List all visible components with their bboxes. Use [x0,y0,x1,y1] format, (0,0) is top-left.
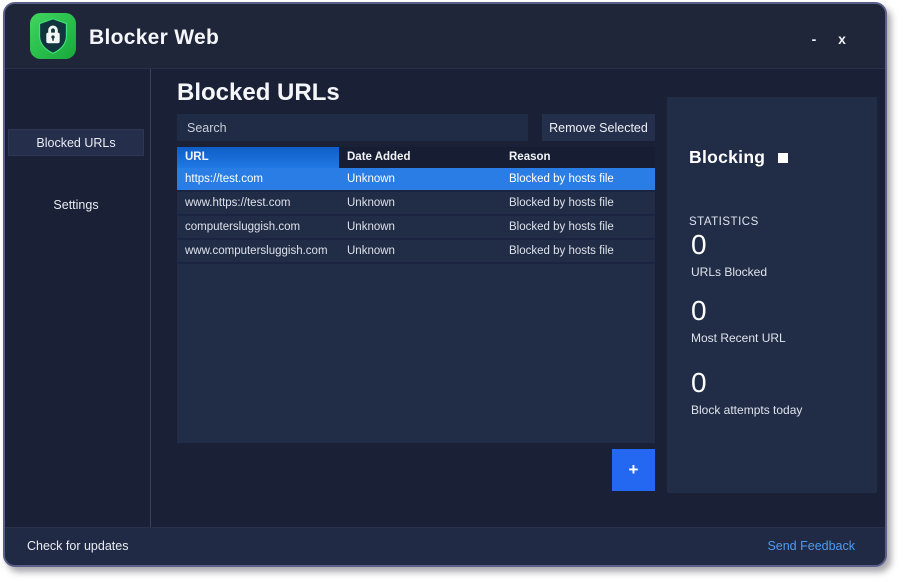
cell-url: https://test.com [177,168,339,190]
cell-url: www.https://test.com [177,192,339,214]
cell-url: computersluggish.com [177,216,339,238]
cell-url: www.computersluggish.com [177,240,339,262]
cell-reason: Blocked by hosts file [501,168,655,190]
stat-urls-blocked: 0 URLs Blocked [691,229,767,279]
stat-value: 0 [691,229,767,261]
blocking-checkbox[interactable] [778,153,788,163]
cell-date-added: Unknown [339,192,501,214]
status-bar: Check for updates Send Feedback [5,527,885,565]
search-input[interactable] [177,114,528,141]
stat-label: Most Recent URL [691,331,786,345]
stat-value: 0 [691,295,786,327]
blocking-label: Blocking [689,147,765,168]
cell-date-added: Unknown [339,216,501,238]
table-row[interactable]: https://test.com Unknown Blocked by host… [177,168,655,192]
stat-block-attempts-today: 0 Block attempts today [691,367,802,417]
close-button[interactable]: x [831,28,853,50]
statistics-heading: STATISTICS [689,216,759,228]
table-row[interactable]: computersluggish.com Unknown Blocked by … [177,216,655,240]
table-row[interactable]: www.https://test.com Unknown Blocked by … [177,192,655,216]
cell-date-added: Unknown [339,240,501,262]
blocked-urls-table: URL Date Added Reason https://test.com U… [177,147,655,443]
blocking-toggle-row: Blocking [689,147,788,168]
page-title: Blocked URLs [177,79,340,107]
blocking-status-panel: Blocking STATISTICS 0 URLs Blocked 0 Mos… [667,97,877,493]
cell-reason: Blocked by hosts file [501,192,655,214]
column-header-url[interactable]: URL [177,147,339,168]
app-logo-shield-lock-icon [30,13,76,59]
sidebar-divider [150,69,151,527]
cell-reason: Blocked by hosts file [501,240,655,262]
stat-most-recent-url: 0 Most Recent URL [691,295,786,345]
send-feedback-link[interactable]: Send Feedback [767,539,855,553]
title-bar: Blocker Web - x [5,4,885,69]
stat-label: Block attempts today [691,403,802,417]
column-header-date-added[interactable]: Date Added [339,147,501,168]
minimize-button[interactable]: - [803,28,825,50]
stat-value: 0 [691,367,802,399]
app-window: Blocker Web - x Blocked URLs Settings Bl… [3,2,887,567]
check-for-updates-link[interactable]: Check for updates [27,539,128,553]
app-title: Blocker Web [89,26,219,50]
add-url-button[interactable]: + [612,449,655,491]
table-header-row: URL Date Added Reason [177,147,655,168]
table-row[interactable]: www.computersluggish.com Unknown Blocked… [177,240,655,264]
stat-label: URLs Blocked [691,265,767,279]
cell-reason: Blocked by hosts file [501,216,655,238]
sidebar-item-blocked-urls[interactable]: Blocked URLs [8,129,144,156]
sidebar-item-settings[interactable]: Settings [8,192,144,219]
cell-date-added: Unknown [339,168,501,190]
column-header-reason[interactable]: Reason [501,147,655,168]
remove-selected-button[interactable]: Remove Selected [542,114,655,141]
